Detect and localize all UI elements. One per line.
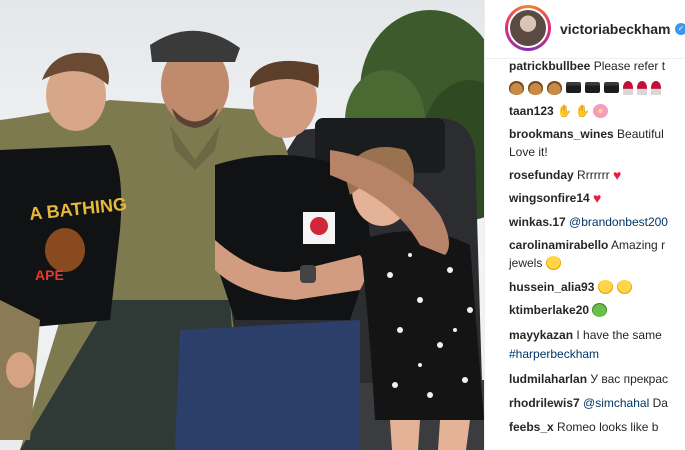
comment-item: taan123 ✋ ✋ (509, 104, 612, 119)
face-emoji-icon (597, 280, 613, 294)
pray-emoji-icon: ✋ (557, 104, 572, 118)
comment-username[interactable]: rosefunday (509, 168, 574, 182)
comment-item: Love it! (509, 145, 548, 160)
heart-emoji-icon: ♥ (613, 167, 622, 183)
comment-item: hussein_alia93 (509, 280, 636, 295)
comment-item: mayykazan I have the same (509, 328, 662, 343)
comment-text: Rrrrrrr (577, 168, 610, 182)
family-photo: E E A BATHING APE (0, 10, 484, 450)
comment-username[interactable]: rhodrilewis7 (509, 396, 580, 410)
comment-mention-link[interactable]: @brandonbest200 (569, 215, 668, 229)
comment-username[interactable]: mayykazan (509, 328, 573, 342)
face-emoji-icon (616, 280, 632, 294)
comment-text: Romeo looks like b (557, 420, 659, 434)
comment-username[interactable]: ktimberlake20 (509, 303, 589, 317)
verified-badge-icon: ✓ (675, 23, 685, 35)
comment-text: Da (652, 396, 668, 410)
comment-username[interactable]: wingsonfire14 (509, 191, 590, 205)
comment-username[interactable]: winkas.17 (509, 215, 566, 229)
comment-text: Beautiful (617, 127, 664, 141)
comment-item: ktimberlake20 (509, 303, 611, 318)
bear-emoji-icon (547, 81, 562, 95)
comments-panel: victoriabeckham ✓ patrickbullbee Please … (484, 0, 685, 450)
glass-emoji-icon (637, 81, 647, 95)
comment-text: Amazing r (611, 238, 666, 252)
post-header: victoriabeckham ✓ (485, 0, 685, 59)
profile-avatar[interactable] (505, 5, 551, 51)
glass-emoji-icon (623, 81, 633, 95)
comment-username[interactable]: taan123 (509, 104, 554, 118)
comment-text: Please refer t (593, 59, 666, 73)
post-photo[interactable]: E E A BATHING APE (0, 0, 484, 450)
comment-item: #harperbeckham (509, 347, 599, 362)
account-username[interactable]: victoriabeckham (560, 21, 671, 37)
comment-text: Love it! (509, 145, 548, 159)
face-emoji-icon (545, 256, 561, 270)
comment-item: ludmilaharlan У вас прекрас (509, 372, 668, 387)
comment-mention-link[interactable]: @simchahal (583, 396, 649, 410)
comment-item: rosefunday Rrrrrrr ♥ (509, 168, 625, 183)
heart-emoji-icon: ♥ (593, 190, 602, 206)
blossom-emoji-icon (593, 104, 609, 118)
glass-emoji-icon (651, 81, 661, 95)
comment-item: carolinamirabello Amazing r (509, 238, 665, 253)
comment-item (509, 81, 665, 96)
comment-text: I have the same (576, 328, 662, 342)
shirt-print-text-2: APE (35, 267, 64, 283)
bear-emoji-icon (509, 81, 524, 95)
camera-emoji-icon (566, 82, 581, 93)
comment-text: У вас прекрас (590, 372, 669, 386)
pray-emoji-icon: ✋ (575, 104, 590, 118)
comment-hashtag-link[interactable]: #harperbeckham (509, 347, 599, 361)
comment-item: jewels (509, 256, 565, 271)
comment-item: patrickbullbee Please refer t (509, 59, 665, 74)
comment-username[interactable]: hussein_alia93 (509, 280, 594, 294)
avatar-image (508, 8, 548, 48)
comment-username[interactable]: carolinamirabello (509, 238, 608, 252)
bear-emoji-icon (528, 81, 543, 95)
camera-emoji-icon (604, 82, 619, 93)
comment-username[interactable]: patrickbullbee (509, 59, 590, 73)
comment-username[interactable]: feebs_x (509, 420, 554, 434)
camera-emoji-icon (585, 82, 600, 93)
comment-item: rhodrilewis7 @simchahal Da (509, 396, 668, 411)
comment-text: jewels (509, 256, 543, 270)
frog-emoji-icon (592, 303, 608, 317)
comment-item: winkas.17 @brandonbest200 (509, 215, 668, 230)
comment-username[interactable]: ludmilaharlan (509, 372, 587, 386)
comment-item: wingsonfire14 ♥ (509, 191, 605, 206)
comment-item: brookmans_wines Beautiful (509, 127, 664, 142)
comment-username[interactable]: brookmans_wines (509, 127, 614, 141)
comment-item: feebs_x Romeo looks like b (509, 420, 658, 435)
